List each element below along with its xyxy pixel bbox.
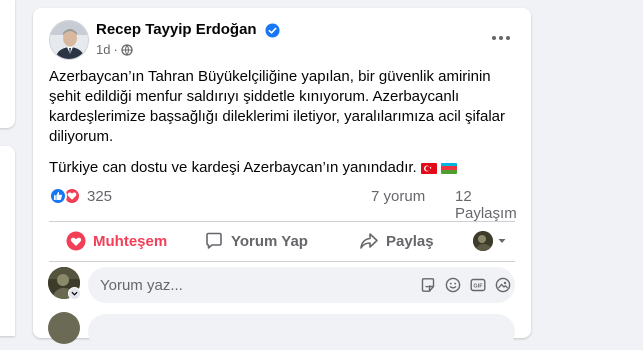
meta-separator: · — [113, 42, 118, 57]
comment-input-tools: GIF — [420, 267, 511, 303]
comment-placeholder: Yorum yaz... — [100, 276, 183, 294]
comment-button[interactable]: Yorum Yap — [204, 224, 308, 258]
comment-button-label: Yorum Yap — [231, 232, 308, 250]
more-icon — [492, 36, 496, 40]
react-button-label: Muhteşem — [93, 232, 168, 250]
chevron-down-icon — [498, 239, 506, 243]
react-button[interactable]: Muhteşem — [66, 224, 167, 258]
react-as-selector[interactable] — [473, 224, 507, 258]
post-body: Azerbaycan’ın Tahran Büyükelçiliğine yap… — [49, 67, 519, 178]
emoji-icon[interactable] — [445, 277, 461, 293]
post-header: Recep Tayyip Erdoğan 1d · — [49, 20, 515, 62]
post-paragraph: Azerbaycan’ın Tahran Büyükelçiliğine yap… — [49, 68, 505, 145]
heart-icon — [66, 231, 86, 251]
like-icon — [49, 187, 67, 205]
comment-bubble — [88, 314, 515, 350]
comment-icon — [206, 232, 222, 249]
comment-count-link[interactable]: 7 yorum — [371, 188, 425, 205]
post-time[interactable]: 1d — [96, 42, 110, 57]
author-name[interactable]: Recep Tayyip Erdoğan — [96, 21, 257, 38]
comment-composer: Yorum yaz... GIF — [48, 267, 515, 303]
post-paragraph-2: Türkiye can dostu ve kardeşi Azerbaycan’… — [49, 158, 519, 178]
share-count-link[interactable]: 12 Paylaşım — [455, 188, 517, 222]
verified-icon — [265, 23, 280, 38]
globe-icon[interactable] — [121, 43, 133, 56]
comment-input[interactable]: Yorum yaz... GIF — [88, 267, 515, 303]
post-meta: 1d · — [96, 42, 133, 57]
more-options-button[interactable] — [483, 26, 519, 50]
profile-switch-icon[interactable] — [68, 287, 81, 300]
adjacent-card-bottom — [0, 146, 15, 336]
sticker-icon[interactable] — [420, 277, 436, 293]
camera-icon[interactable] — [495, 277, 511, 293]
azerbaijan-flag-icon — [440, 162, 457, 174]
post-actions: Muhteşem Yorum Yap Paylaş — [49, 224, 515, 258]
feed-post: Recep Tayyip Erdoğan 1d · Azerbaycan’ın … — [33, 8, 531, 350]
author-avatar[interactable] — [49, 20, 89, 60]
adjacent-card-top — [0, 0, 15, 128]
reaction-summary[interactable]: 325 — [49, 187, 112, 205]
svg-text:GIF: GIF — [473, 284, 483, 290]
divider — [49, 261, 515, 262]
share-button-label: Paylaş — [386, 232, 434, 250]
divider — [49, 221, 515, 222]
post-paragraph-text: Türkiye can dostu ve kardeşi Azerbaycan’… — [49, 159, 417, 176]
gif-icon[interactable]: GIF — [470, 277, 486, 293]
share-button[interactable]: Paylaş — [359, 224, 434, 258]
reaction-count: 325 — [87, 187, 113, 205]
turkey-flag-icon — [420, 162, 437, 174]
commenter-avatar[interactable] — [48, 312, 80, 344]
user-avatar-small — [473, 231, 493, 251]
post-stats: 325 7 yorum 12 Paylaşım — [49, 186, 517, 222]
share-icon — [360, 233, 378, 249]
